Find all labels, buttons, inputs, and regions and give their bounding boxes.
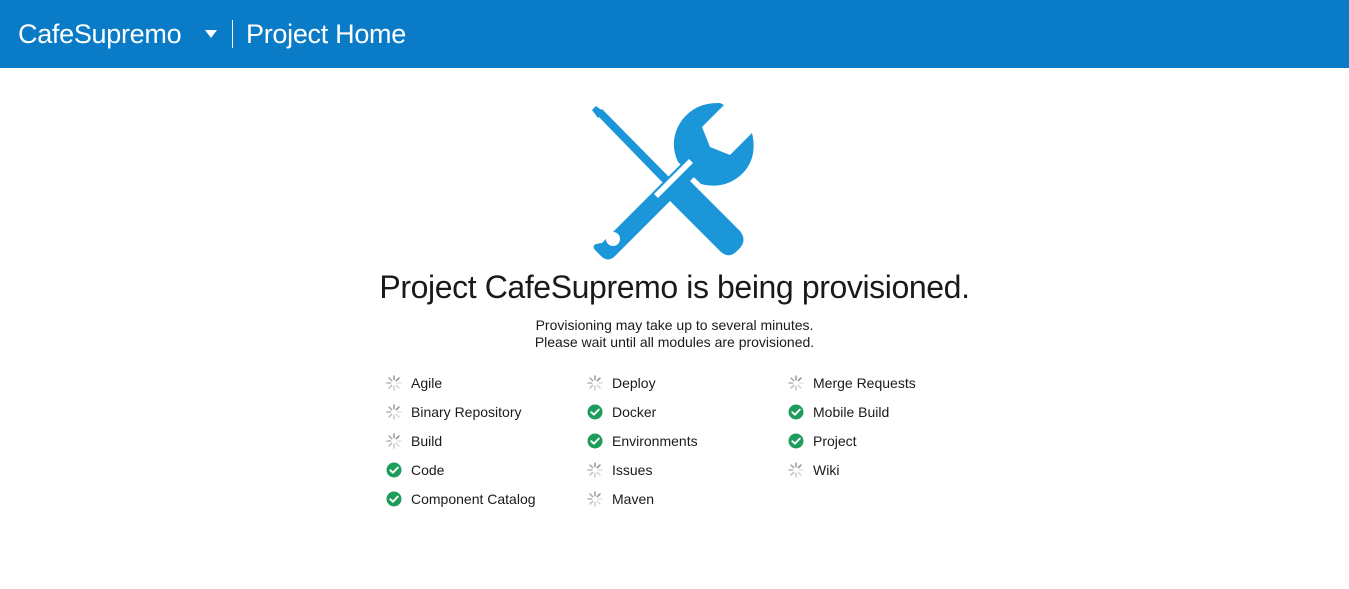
check-circle-icon [386, 491, 402, 507]
page-title: Project Home [246, 19, 406, 49]
module-item: Project [788, 430, 988, 452]
module-item: Binary Repository [386, 401, 586, 423]
check-circle-icon [386, 462, 402, 478]
provisioning-subtext-line-1: Provisioning may take up to several minu… [535, 317, 814, 333]
module-item: Environments [587, 430, 787, 452]
module-label: Binary Repository [411, 404, 522, 420]
top-bar: CafeSupremo Project Home [0, 0, 1349, 68]
module-item: Component Catalog [386, 488, 586, 510]
module-label: Mobile Build [813, 404, 890, 420]
check-circle-icon [788, 433, 804, 449]
chevron-down-icon[interactable] [205, 30, 217, 38]
module-item: Maven [587, 488, 787, 510]
module-item: Mobile Build [788, 401, 988, 423]
module-label: Build [411, 433, 443, 449]
check-circle-icon [587, 433, 603, 449]
spinner-icon [788, 375, 804, 391]
module-label: Maven [612, 491, 655, 507]
spinner-icon [386, 375, 402, 391]
module-item: Issues [587, 459, 787, 481]
module-label: Merge Requests [813, 375, 916, 391]
module-label: Code [411, 462, 445, 478]
header-divider [232, 20, 233, 48]
module-label: Wiki [813, 462, 840, 478]
project-switcher[interactable]: CafeSupremo [18, 17, 182, 51]
spinner-icon [587, 462, 603, 478]
module-item: Merge Requests [788, 372, 988, 394]
spinner-icon [386, 404, 402, 420]
module-status-list: Agile Binary Repository Build Code Component… [386, 372, 1006, 522]
module-label: Agile [411, 375, 443, 391]
check-circle-icon [788, 404, 804, 420]
module-item: Build [386, 430, 586, 452]
spinner-icon [587, 375, 603, 391]
module-label: Issues [612, 462, 653, 478]
module-label: Component Catalog [411, 491, 536, 507]
module-label: Deploy [612, 375, 656, 391]
module-item: Wiki [788, 459, 988, 481]
spinner-icon [788, 462, 804, 478]
module-item: Docker [587, 401, 787, 423]
module-item: Code [386, 459, 586, 481]
module-label: Docker [612, 404, 657, 420]
module-label: Environments [612, 433, 698, 449]
module-item: Agile [386, 372, 586, 394]
provisioning-subtext-line-2: Please wait until all modules are provis… [534, 334, 815, 350]
spinner-icon [587, 491, 603, 507]
provisioning-headline: Project CafeSupremo is being provisioned… [379, 269, 970, 305]
module-label: Project [813, 433, 857, 449]
module-item: Deploy [587, 372, 787, 394]
wrench-screwdriver-icon [592, 102, 754, 260]
check-circle-icon [587, 404, 603, 420]
spinner-icon [386, 433, 402, 449]
